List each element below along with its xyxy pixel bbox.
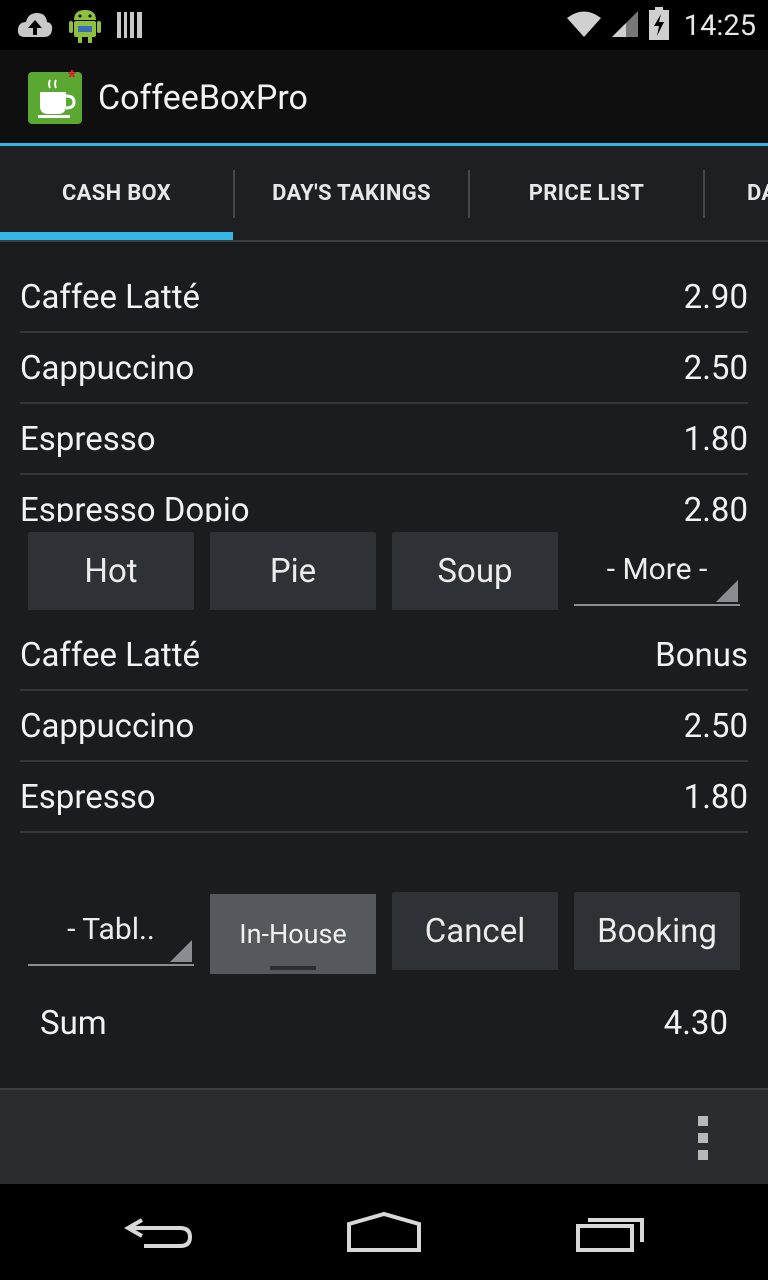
- order-item[interactable]: Cappuccino 2.50: [20, 691, 748, 761]
- toggle-indicator: [270, 966, 316, 970]
- wifi-icon: [566, 9, 602, 43]
- navigation-bar: [0, 1184, 768, 1280]
- list-item[interactable]: Cappuccino 2.50: [20, 333, 748, 403]
- app-title: CoffeeBoxPro: [98, 78, 308, 118]
- status-bar: 14:25: [0, 0, 768, 50]
- item-price: 1.80: [683, 419, 748, 459]
- item-price: 2.80: [683, 490, 748, 523]
- sum-value: 4.30: [663, 1004, 728, 1043]
- tab-bar: CASH BOX DAY'S TAKINGS PRICE LIST DA: [0, 146, 768, 242]
- item-price: 2.90: [683, 277, 748, 317]
- in-house-label: In-House: [239, 918, 347, 950]
- more-spinner[interactable]: - More -: [574, 534, 740, 606]
- item-name: Espresso Dopio: [20, 490, 250, 523]
- item-name: Espresso: [20, 419, 156, 459]
- signal-icon: [610, 9, 640, 43]
- coffee-cup-icon[interactable]: *: [26, 67, 86, 126]
- cash-box-panel: Caffee Latté 2.90 Cappuccino 2.50 Espres…: [0, 242, 768, 1088]
- divider: [20, 831, 748, 833]
- battery-charging-icon: [648, 7, 670, 45]
- action-bar: * CoffeeBoxPro: [0, 50, 768, 144]
- android-icon: [68, 6, 102, 48]
- clock: 14:25: [683, 9, 756, 43]
- spinner-arrow-icon: [716, 580, 738, 602]
- order-item[interactable]: Caffee Latté Bonus: [20, 620, 748, 690]
- overflow-menu-icon[interactable]: [698, 1116, 710, 1160]
- more-spinner-label: - More -: [606, 551, 708, 587]
- svg-text:*: *: [68, 68, 76, 89]
- item-name: Caffee Latté: [20, 277, 200, 317]
- table-spinner[interactable]: - Tabl..: [28, 894, 194, 966]
- in-house-toggle[interactable]: In-House: [210, 894, 376, 974]
- bottom-action-bar: [0, 1088, 768, 1184]
- item-name: Espresso: [20, 777, 156, 817]
- list-item[interactable]: Espresso Dopio 2.80: [20, 475, 748, 523]
- item-price: 2.50: [683, 706, 748, 746]
- item-name: Cappuccino: [20, 348, 195, 388]
- list-item[interactable]: Caffee Latté 2.90: [20, 262, 748, 332]
- item-price: 2.50: [683, 348, 748, 388]
- tab-days-takings[interactable]: DAY'S TAKINGS: [235, 146, 468, 240]
- tab-selected-indicator: [0, 232, 233, 240]
- home-icon[interactable]: [339, 1208, 429, 1258]
- soup-button[interactable]: Soup: [392, 532, 558, 612]
- cloud-upload-icon: [16, 9, 54, 45]
- item-price: Bonus: [655, 635, 748, 675]
- table-spinner-label: - Tabl..: [67, 911, 155, 947]
- spinner-arrow-icon: [170, 940, 192, 962]
- hot-button[interactable]: Hot: [28, 532, 194, 612]
- item-price: 1.80: [683, 777, 748, 817]
- cancel-button[interactable]: Cancel: [392, 892, 558, 972]
- recent-apps-icon[interactable]: [566, 1208, 656, 1258]
- pie-button[interactable]: Pie: [210, 532, 376, 612]
- back-icon[interactable]: [114, 1208, 204, 1258]
- item-name: Caffee Latté: [20, 635, 200, 675]
- tab-cash-box[interactable]: CASH BOX: [0, 146, 233, 240]
- tab-price-list[interactable]: PRICE LIST: [470, 146, 703, 240]
- booking-button[interactable]: Booking: [574, 892, 740, 972]
- order-item[interactable]: Espresso 1.80: [20, 762, 748, 832]
- item-name: Cappuccino: [20, 706, 195, 746]
- tab-partial[interactable]: DA: [705, 146, 768, 240]
- list-item[interactable]: Espresso 1.80: [20, 404, 748, 474]
- product-list[interactable]: Caffee Latté 2.90 Cappuccino 2.50 Espres…: [0, 242, 768, 522]
- sum-label: Sum: [40, 1004, 107, 1043]
- barcode-icon: [116, 10, 144, 44]
